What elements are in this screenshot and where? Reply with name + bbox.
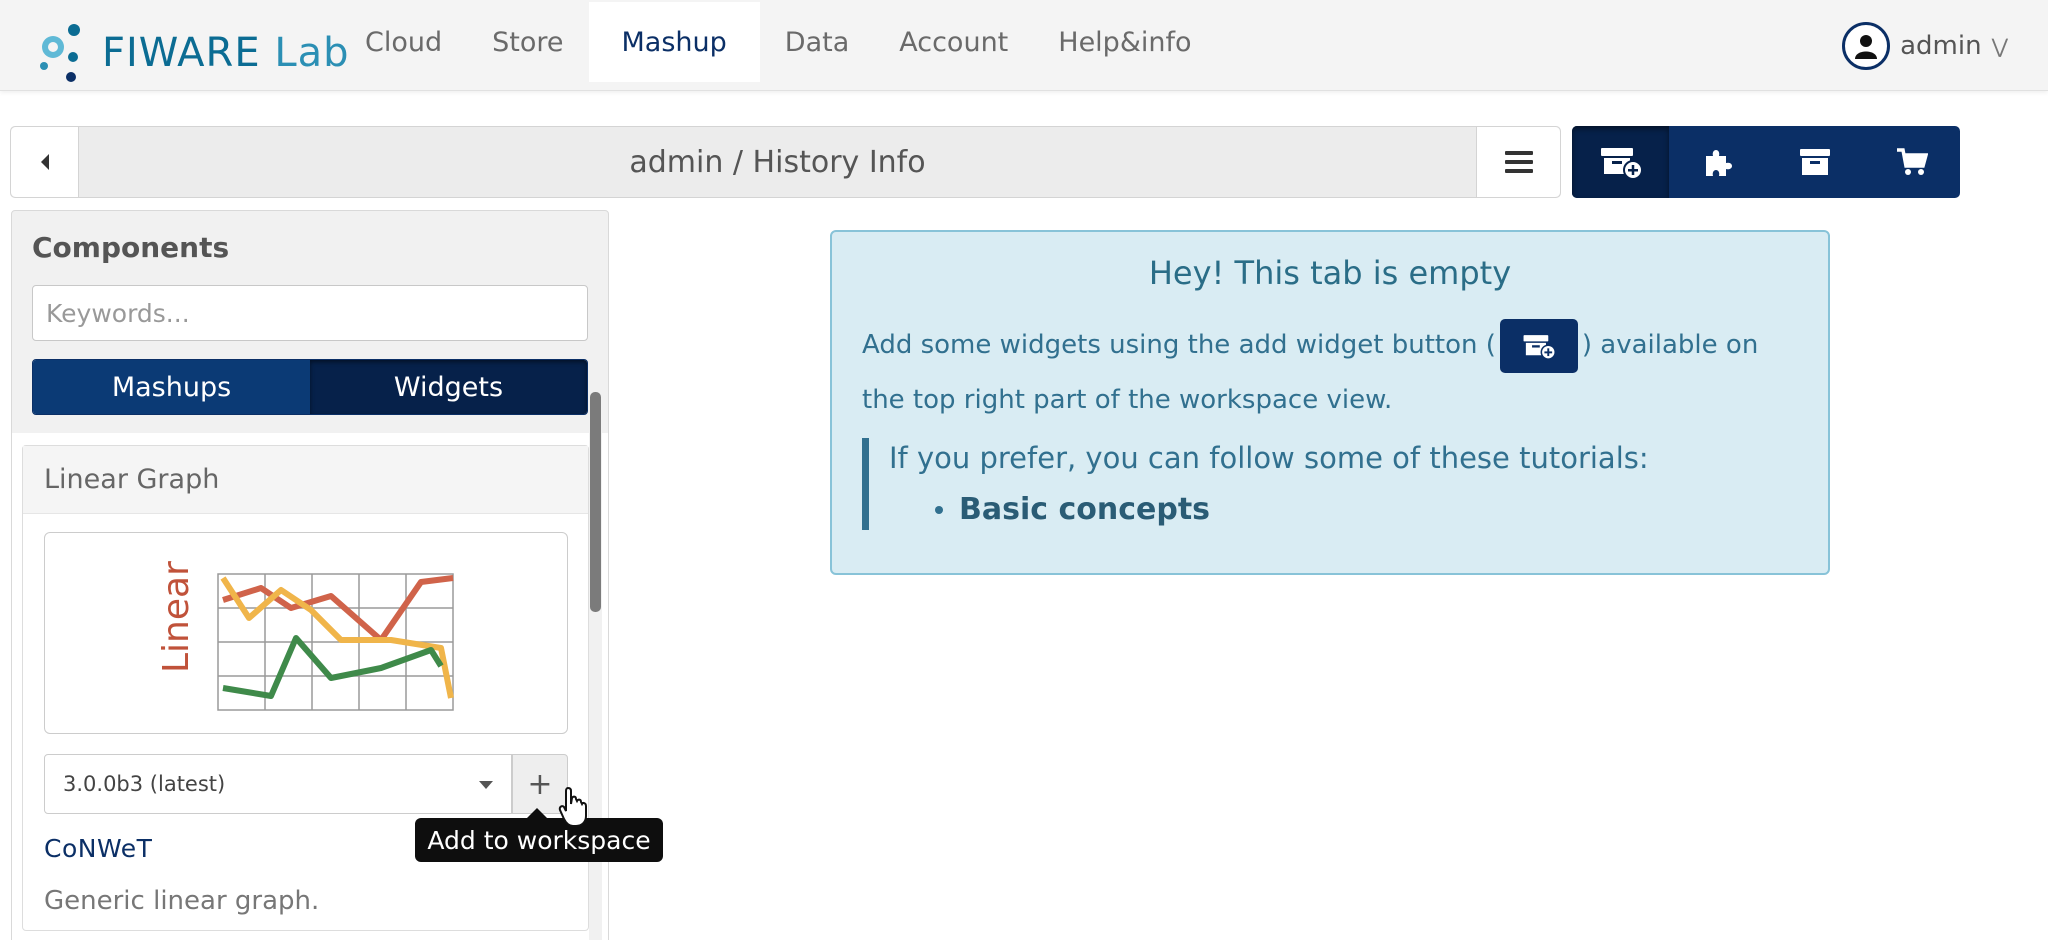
cart-icon: [1896, 148, 1928, 175]
component-thumbnail: Linear Graph: [44, 532, 568, 734]
tutorials-intro: If you prefer, you can follow some of th…: [889, 441, 1649, 475]
main-nav: Cloud Store Mashup Data Account Help&inf…: [340, 2, 1217, 82]
scrollbar-thumb[interactable]: [590, 392, 601, 612]
top-navbar: FIWARE Lab Cloud Store Mashup Data Accou…: [0, 0, 2048, 91]
components-button[interactable]: [1669, 126, 1766, 198]
inline-add-widget-button[interactable]: [1499, 318, 1578, 373]
nav-mashup[interactable]: Mashup: [588, 2, 760, 82]
chevron-down-icon: ⋁: [1991, 34, 2008, 58]
component-name: Linear Graph: [23, 446, 588, 514]
nav-account[interactable]: Account: [874, 2, 1033, 82]
version-select[interactable]: 3.0.0b3 (latest): [44, 754, 512, 814]
nav-store[interactable]: Store: [467, 2, 588, 82]
workspace-title: admin / History Info: [629, 144, 926, 180]
workspace-menu-button[interactable]: [1476, 127, 1560, 197]
mashups-tab[interactable]: Mashups: [33, 360, 310, 414]
tutorial-list-item: Basic concepts: [889, 492, 1762, 527]
component-description: Generic linear graph.: [44, 886, 320, 916]
caret-left-icon: [40, 154, 49, 170]
tutorials-blockquote: If you prefer, you can follow some of th…: [862, 438, 1762, 530]
resource-type-toggle: Mashups Widgets: [32, 359, 588, 415]
alert-message: Add some widgets using the add widget bu…: [862, 318, 1802, 427]
nav-data[interactable]: Data: [760, 2, 874, 82]
puzzle-icon: [1705, 150, 1732, 176]
version-value: 3.0.0b3 (latest): [63, 772, 226, 796]
keywords-search-input[interactable]: [32, 285, 588, 341]
workspace-toolbar: [1572, 126, 1960, 198]
marketplace-button[interactable]: [1863, 126, 1960, 198]
add-widget-icon: [1600, 148, 1643, 180]
user-name: admin: [1900, 31, 1982, 61]
my-resources-button[interactable]: [1766, 126, 1863, 198]
alert-text-before: Add some widgets using the add widget bu…: [862, 330, 1496, 360]
logo-dots-icon: [38, 18, 98, 88]
nav-cloud[interactable]: Cloud: [340, 2, 467, 82]
logo-text: FIWARE Lab: [102, 30, 350, 76]
bullet-icon: [935, 505, 943, 514]
tooltip-arrow: [527, 808, 547, 818]
add-to-workspace-tooltip: Add to workspace: [415, 818, 663, 862]
user-menu[interactable]: admin ⋁: [1842, 22, 2008, 70]
widgets-tab[interactable]: Widgets: [310, 360, 587, 414]
svg-text:Linear Graph: Linear Graph: [156, 548, 197, 673]
nav-help-info[interactable]: Help&info: [1033, 2, 1216, 82]
component-list[interactable]: Linear Graph Linear Graph 3.0.0b3 (lates…: [12, 433, 608, 940]
component-vendor-link[interactable]: CoNWeT: [44, 834, 152, 863]
hamburger-icon: [1504, 151, 1533, 173]
hand-cursor-icon: [558, 786, 587, 827]
user-circle-icon: [1842, 22, 1891, 70]
sidebar-title: Components: [32, 231, 230, 264]
alert-title: Hey! This tab is empty: [1148, 254, 1512, 292]
add-widget-icon: [1523, 334, 1556, 360]
fiware-lab-logo[interactable]: FIWARE Lab: [38, 18, 350, 88]
workspace-breadcrumb-bar: admin / History Info: [10, 126, 1561, 198]
tutorial-basic-concepts-link[interactable]: Basic concepts: [959, 492, 1210, 527]
add-widget-button[interactable]: [1572, 126, 1669, 198]
archive-icon: [1799, 149, 1830, 175]
caret-down-icon: [479, 781, 493, 789]
linear-graph-thumbnail-icon: Linear Graph: [156, 548, 454, 711]
back-button[interactable]: [11, 127, 79, 197]
empty-tab-alert: Hey! This tab is empty Add some widgets …: [830, 230, 1830, 575]
